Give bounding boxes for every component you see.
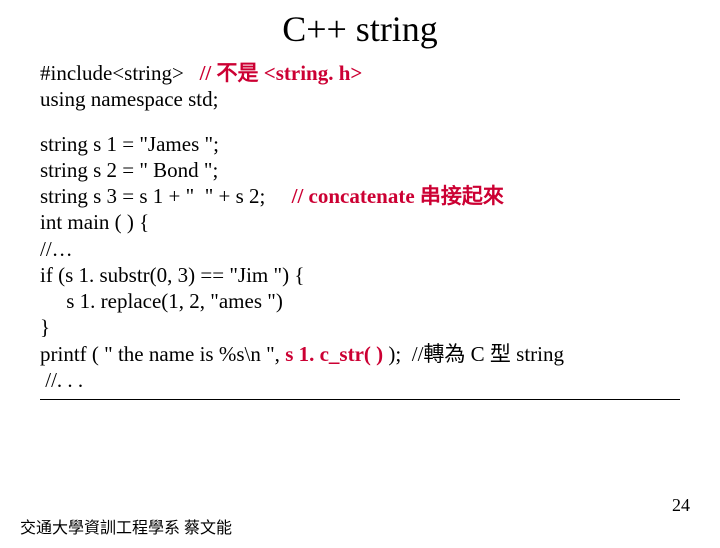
slide-title: C++ string xyxy=(0,8,720,50)
footer-text: 交通大學資訓工程學系 蔡文能 xyxy=(20,514,232,538)
line-6: int main ( ) { xyxy=(40,210,149,234)
gap xyxy=(40,113,680,131)
line-12: //. . . xyxy=(40,368,83,392)
line-7: //… xyxy=(40,237,73,261)
line-4: string s 2 = " Bond "; xyxy=(40,158,218,182)
code-block: #include<string> // 不是 <string. h> using… xyxy=(40,60,680,393)
page-number: 24 xyxy=(672,495,690,516)
line-8: if (s 1. substr(0, 3) == "Jim ") { xyxy=(40,263,304,287)
slide: C++ string #include<string> // 不是 <strin… xyxy=(0,8,720,548)
line-1-comment: // 不是 <string. h> xyxy=(200,61,363,85)
line-5-comment: // concatenate 串接起來 xyxy=(292,184,504,208)
line-2: using namespace std; xyxy=(40,87,218,111)
line-11a: printf ( " the name is %s\n ", xyxy=(40,342,285,366)
line-9: s 1. replace(1, 2, "ames ") xyxy=(40,289,283,313)
line-3: string s 1 = "James "; xyxy=(40,132,219,156)
line-10: } xyxy=(40,315,50,339)
line-1a: #include<string> xyxy=(40,61,200,85)
content-area: #include<string> // 不是 <string. h> using… xyxy=(40,60,680,400)
line-11c: ); //轉為 C 型 string xyxy=(383,342,564,366)
line-11-cstr: s 1. c_str( ) xyxy=(285,342,383,366)
line-5a: string s 3 = s 1 + " " + s 2; xyxy=(40,184,292,208)
